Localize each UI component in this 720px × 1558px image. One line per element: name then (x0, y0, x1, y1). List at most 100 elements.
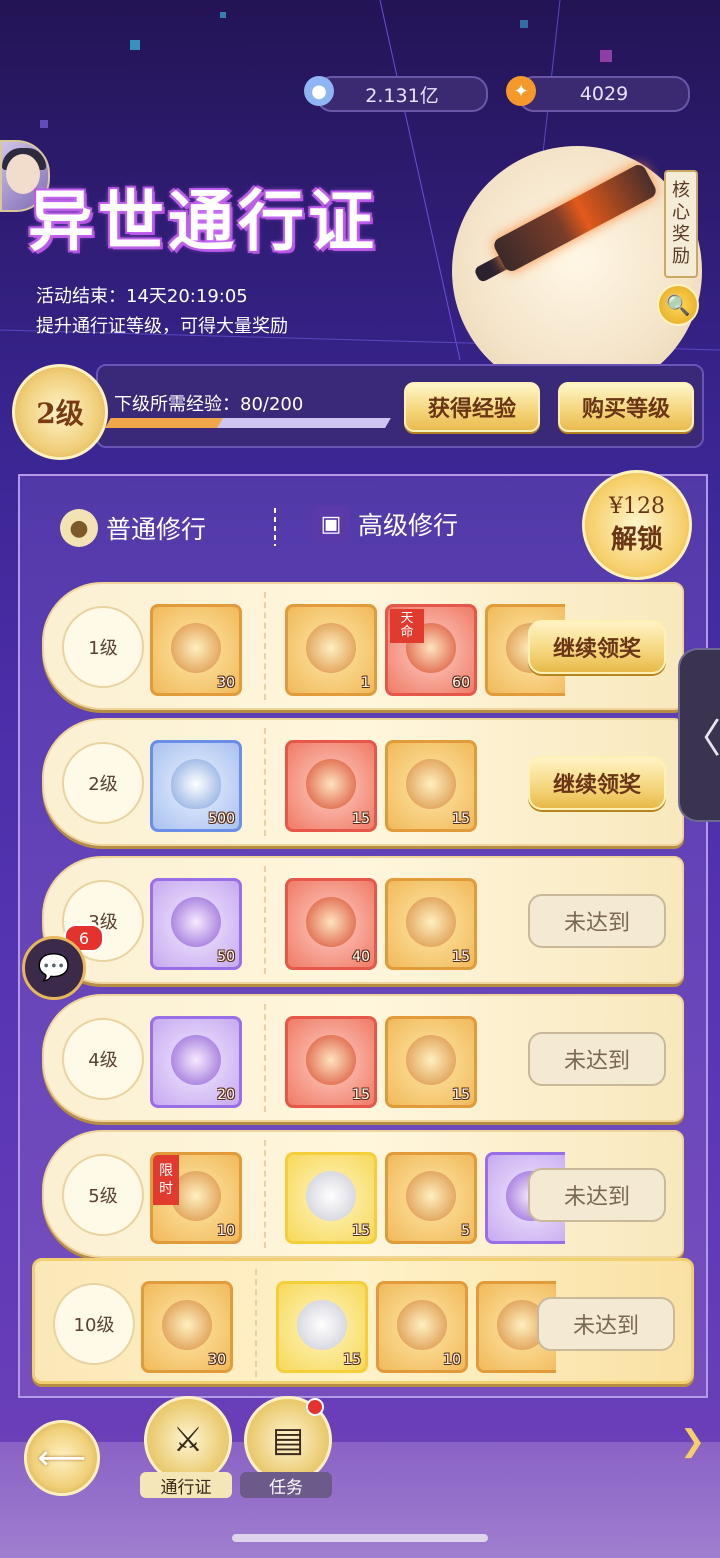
unlock-label: 解锁 (610, 525, 663, 555)
reward-item-count: 40 (352, 949, 370, 965)
tab-advanced[interactable]: ▣ 高级修行 (312, 505, 458, 543)
advanced-rewards: 40 15 (279, 858, 565, 982)
pass-nav-icon[interactable]: ⚔ (144, 1396, 232, 1484)
row-level-label: 10级 (53, 1283, 135, 1365)
advanced-rewards: 1 天命 60 (279, 584, 565, 708)
nav-task-label[interactable]: 任务 (240, 1472, 332, 1498)
reward-row: 10级 30 15 10 未达到 (32, 1258, 694, 1384)
reward-item-icon (406, 1035, 456, 1085)
currency-flame-value: 4029 (579, 83, 629, 105)
reward-item-icon (171, 1035, 221, 1085)
reward-item[interactable]: 15 (385, 740, 477, 832)
reward-item[interactable]: 15 (385, 1016, 477, 1108)
task-red-dot (306, 1398, 324, 1416)
reward-item-icon (306, 1035, 356, 1085)
claim-reward-button[interactable]: 继续领奖 (528, 620, 666, 674)
get-exp-button[interactable]: 获得经验 (404, 382, 540, 432)
row-divider (264, 1140, 266, 1248)
row-level-label: 5级 (62, 1154, 144, 1236)
row-divider (264, 1004, 266, 1112)
reward-item[interactable]: 30 (150, 604, 242, 696)
not-reached-button[interactable]: 未达到 (528, 894, 666, 948)
crystal-drop-icon: ● (304, 76, 334, 106)
next-arrow-icon[interactable]: ❯ (680, 1424, 705, 1459)
currency-flame[interactable]: ✦ 4029 (506, 76, 690, 112)
exp-progress-fill (105, 418, 223, 428)
nav-pass-label[interactable]: 通行证 (140, 1472, 232, 1498)
reward-item[interactable]: 15 (285, 1152, 377, 1244)
money-bag-icon: ● (60, 509, 98, 547)
row-level-label: 2级 (62, 742, 144, 824)
reward-item-count: 20 (217, 1087, 235, 1103)
reward-item[interactable]: 限时 10 (150, 1152, 242, 1244)
reward-item-icon (306, 1171, 356, 1221)
reward-item-count: 15 (452, 1087, 470, 1103)
back-button[interactable]: ⟵ (24, 1420, 100, 1496)
unlock-advanced-button[interactable]: ¥128 解锁 (582, 470, 692, 580)
reward-item[interactable]: 10 (376, 1281, 468, 1373)
reward-item[interactable]: 天命 60 (385, 604, 477, 696)
reward-item-icon (162, 1300, 212, 1350)
unlock-price: ¥128 (609, 494, 665, 519)
not-reached-button[interactable]: 未达到 (528, 1032, 666, 1086)
exp-label: 下级所需经验：80/200 (114, 394, 304, 415)
reward-item-icon (171, 623, 221, 673)
reward-item-icon (306, 897, 356, 947)
reward-item[interactable]: 15 (285, 1016, 377, 1108)
currency-crystal-value: 2.131亿 (365, 84, 439, 107)
reward-item[interactable]: 500 (150, 740, 242, 832)
home-indicator (232, 1534, 488, 1542)
row-divider (255, 1269, 257, 1377)
reward-item[interactable]: 20 (150, 1016, 242, 1108)
reward-row: 2级 500 15 15 继续领奖 (42, 718, 684, 846)
gift-box-icon: ▣ (312, 505, 350, 543)
reward-item[interactable]: 30 (141, 1281, 233, 1373)
claim-reward-button[interactable]: 继续领奖 (528, 756, 666, 810)
row-level-label: 4级 (62, 1018, 144, 1100)
event-end-text: 活动结束：14天20:19:05 (36, 286, 248, 307)
reward-item[interactable]: 40 (285, 878, 377, 970)
reward-item-count: 15 (352, 811, 370, 827)
flame-icon: ✦ (506, 76, 536, 106)
not-reached-button[interactable]: 未达到 (528, 1168, 666, 1222)
reward-row: 1级 30 1 天命 60 继续领奖 (42, 582, 684, 710)
reward-item[interactable]: 15 (276, 1281, 368, 1373)
reward-item-count: 15 (352, 1087, 370, 1103)
reward-item[interactable]: 15 (285, 740, 377, 832)
reward-row: 4级 20 15 15 未达到 (42, 994, 684, 1122)
hint-text: 提升通行证等级，可得大量奖励 (36, 316, 288, 337)
reward-item[interactable]: 1 (285, 604, 377, 696)
side-panel-handle[interactable]: 〈 (678, 648, 720, 822)
reward-item-tag: 限时 (153, 1155, 179, 1205)
tab-advanced-label: 高级修行 (358, 511, 459, 540)
reward-item-count: 500 (208, 811, 235, 827)
row-divider (264, 728, 266, 836)
reward-item-count: 15 (452, 811, 470, 827)
currency-crystal[interactable]: ● 2.131亿 (304, 76, 488, 112)
reward-item-count: 60 (452, 675, 470, 691)
magnify-icon[interactable]: 🔍 (657, 284, 699, 326)
reward-item[interactable]: 50 (150, 878, 242, 970)
advanced-rewards: 15 10 (270, 1261, 556, 1385)
advanced-rewards: 15 15 (279, 996, 565, 1120)
tab-normal[interactable]: ● 普通修行 (60, 509, 206, 547)
reward-item-icon (306, 759, 356, 809)
tab-normal-label: 普通修行 (106, 515, 207, 544)
advanced-rewards: 15 5 (279, 1132, 565, 1256)
reward-row: 3级 50 40 15 未达到 (42, 856, 684, 984)
current-level-badge: 2级 (12, 364, 108, 460)
exp-progress-bar (105, 418, 391, 428)
reward-item-icon (406, 1171, 456, 1221)
reward-item-icon (306, 623, 356, 673)
reward-item-icon (171, 897, 221, 947)
reward-item-icon (397, 1300, 447, 1350)
reward-item-count: 15 (343, 1352, 361, 1368)
reward-item-icon (297, 1300, 347, 1350)
not-reached-button[interactable]: 未达到 (537, 1297, 675, 1351)
chat-icon[interactable]: 💬 (22, 936, 86, 1000)
buy-level-button[interactable]: 购买等级 (558, 382, 694, 432)
reward-item-count: 1 (361, 675, 370, 691)
page-title: 异世通行证 (28, 182, 378, 260)
reward-item[interactable]: 5 (385, 1152, 477, 1244)
reward-item[interactable]: 15 (385, 878, 477, 970)
